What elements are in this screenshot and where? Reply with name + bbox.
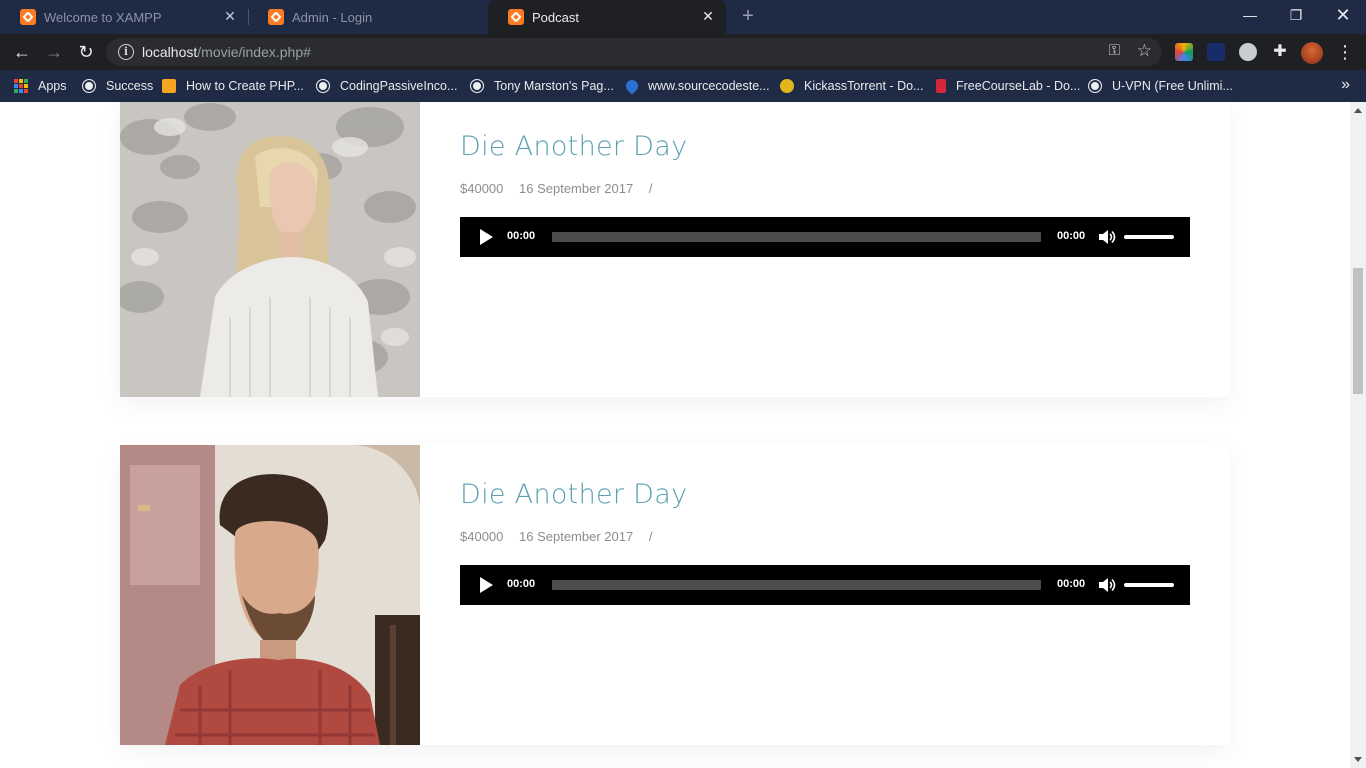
profile-avatar[interactable] <box>1301 42 1323 64</box>
tab-podcast[interactable]: Podcast ✕ <box>488 0 726 34</box>
volume-icon[interactable] <box>1098 228 1116 246</box>
address-bar[interactable]: i localhost/movie/index.php# ⚿ ☆ <box>106 38 1162 66</box>
bookmark-kickasstorrent[interactable]: KickassTorrent - Do... <box>780 77 923 95</box>
bookmark-label: Tony Marston's Pag... <box>494 79 614 93</box>
meta-separator: / <box>648 181 653 196</box>
volume-slider[interactable] <box>1124 583 1174 587</box>
audio-player: 00:00 00:00 <box>460 565 1190 605</box>
extension-icon[interactable] <box>1207 43 1225 61</box>
episode-title[interactable]: Die Another Day <box>460 479 687 510</box>
puzzle-extensions-icon[interactable]: ✚ <box>1271 43 1289 61</box>
audio-player: 00:00 00:00 <box>460 217 1190 257</box>
globe-icon <box>82 79 96 93</box>
bookmark-create-php[interactable]: How to Create PHP... <box>162 77 304 95</box>
url-path: /movie/index.php# <box>197 44 311 60</box>
url-host: localhost <box>142 44 198 60</box>
xampp-icon <box>508 9 524 25</box>
bookmark-apps[interactable]: Apps <box>14 77 67 95</box>
progress-bar[interactable] <box>552 232 1041 242</box>
bookmark-success[interactable]: Success <box>82 77 153 95</box>
bookmark-label: KickassTorrent - Do... <box>804 79 924 93</box>
minimize-icon[interactable]: — <box>1227 0 1273 32</box>
bookmark-label: U-VPN (Free Unlimi... <box>1112 79 1233 93</box>
page-icon <box>162 79 176 93</box>
bookmark-label: Success <box>106 79 154 93</box>
bookmarks-bar: Apps Success How to Create PHP... Coding… <box>0 70 1366 102</box>
episode-card: Die Another Day $40000 16 September 2017… <box>120 102 1230 397</box>
color-picker-extension-icon[interactable] <box>1175 43 1193 61</box>
forward-icon[interactable]: → <box>42 40 66 64</box>
bookmark-label: CodingPassiveInco... <box>340 79 458 93</box>
window-close-icon[interactable]: ✕ <box>1320 0 1366 32</box>
episode-meta: $40000 16 September 2017 / <box>460 529 664 544</box>
star-icon[interactable]: ☆ <box>1137 41 1152 61</box>
tab-title: Admin - Login <box>292 9 373 25</box>
xampp-icon <box>268 9 284 25</box>
duration: 00:00 <box>1057 230 1086 242</box>
meta-separator: / <box>648 529 653 544</box>
bookmark-uvpn[interactable]: U-VPN (Free Unlimi... <box>1088 77 1233 95</box>
tab-admin-login[interactable]: Admin - Login <box>248 0 488 34</box>
menu-icon[interactable]: ⋮ <box>1336 41 1354 63</box>
tab-strip: Welcome to XAMPP ✕ Admin - Login Podcast… <box>0 0 1366 34</box>
globe-icon <box>316 79 330 93</box>
episode-meta: $40000 16 September 2017 / <box>460 181 664 196</box>
episode-price: $40000 <box>460 529 504 544</box>
freecourselab-icon <box>936 79 946 93</box>
info-icon[interactable]: i <box>118 44 134 60</box>
apps-grid-icon <box>14 79 28 93</box>
close-icon[interactable]: ✕ <box>700 8 716 24</box>
episode-title[interactable]: Die Another Day <box>460 131 687 162</box>
current-time: 00:00 <box>507 230 536 242</box>
episode-photo-woman <box>120 102 420 397</box>
url-text[interactable]: localhost/movie/index.php# <box>142 44 311 60</box>
episode-price: $40000 <box>460 181 504 196</box>
bookmark-label: www.sourcecodeste... <box>648 79 770 93</box>
tab-title: Podcast <box>532 9 579 25</box>
browser-toolbar: ← → ↻ i localhost/movie/index.php# ⚿ ☆ ✚… <box>0 34 1366 70</box>
scroll-up-icon[interactable] <box>1354 108 1362 113</box>
tab-title: Welcome to XAMPP <box>44 9 162 25</box>
duration: 00:00 <box>1057 578 1086 590</box>
more-bookmarks-icon[interactable]: » <box>1341 76 1350 94</box>
episode-photo-man <box>120 445 420 745</box>
new-tab-icon[interactable]: + <box>738 6 758 26</box>
episode-date: 16 September 2017 <box>519 181 634 196</box>
page-scrollbar[interactable] <box>1350 102 1366 768</box>
play-icon[interactable] <box>480 577 493 593</box>
globe-icon <box>1088 79 1102 93</box>
reload-icon[interactable]: ↻ <box>74 40 98 64</box>
restore-icon[interactable]: ❐ <box>1273 0 1319 32</box>
bookmark-label: FreeCourseLab - Do... <box>956 79 1081 93</box>
play-icon[interactable] <box>480 229 493 245</box>
globe-icon <box>470 79 484 93</box>
bookmark-freecourselab[interactable]: FreeCourseLab - Do... <box>936 77 1080 95</box>
xampp-icon <box>20 9 36 25</box>
tab-welcome-xampp[interactable]: Welcome to XAMPP ✕ <box>0 0 248 34</box>
scroll-down-icon[interactable] <box>1354 757 1362 762</box>
kat-icon <box>780 79 794 93</box>
volume-icon[interactable] <box>1098 576 1116 594</box>
episode-date: 16 September 2017 <box>519 529 634 544</box>
key-icon[interactable]: ⚿ <box>1109 42 1120 59</box>
back-icon[interactable]: ← <box>10 40 34 64</box>
bookmark-codingpassive[interactable]: CodingPassiveInco... <box>316 77 457 95</box>
drupal-icon <box>623 77 641 95</box>
progress-bar[interactable] <box>552 580 1041 590</box>
bookmark-label: Apps <box>38 79 67 93</box>
bookmark-label: How to Create PHP... <box>186 79 304 93</box>
current-time: 00:00 <box>507 578 536 590</box>
bookmark-sourcecodester[interactable]: www.sourcecodeste... <box>623 77 770 95</box>
volume-slider[interactable] <box>1124 235 1174 239</box>
scrollbar-thumb[interactable] <box>1353 268 1363 394</box>
bookmark-tony-marston[interactable]: Tony Marston's Pag... <box>470 77 614 95</box>
page-content: Die Another Day $40000 16 September 2017… <box>0 102 1350 768</box>
compass-extension-icon[interactable] <box>1239 43 1257 61</box>
episode-card: Die Another Day $40000 16 September 2017… <box>120 445 1230 745</box>
close-icon[interactable]: ✕ <box>222 8 238 24</box>
